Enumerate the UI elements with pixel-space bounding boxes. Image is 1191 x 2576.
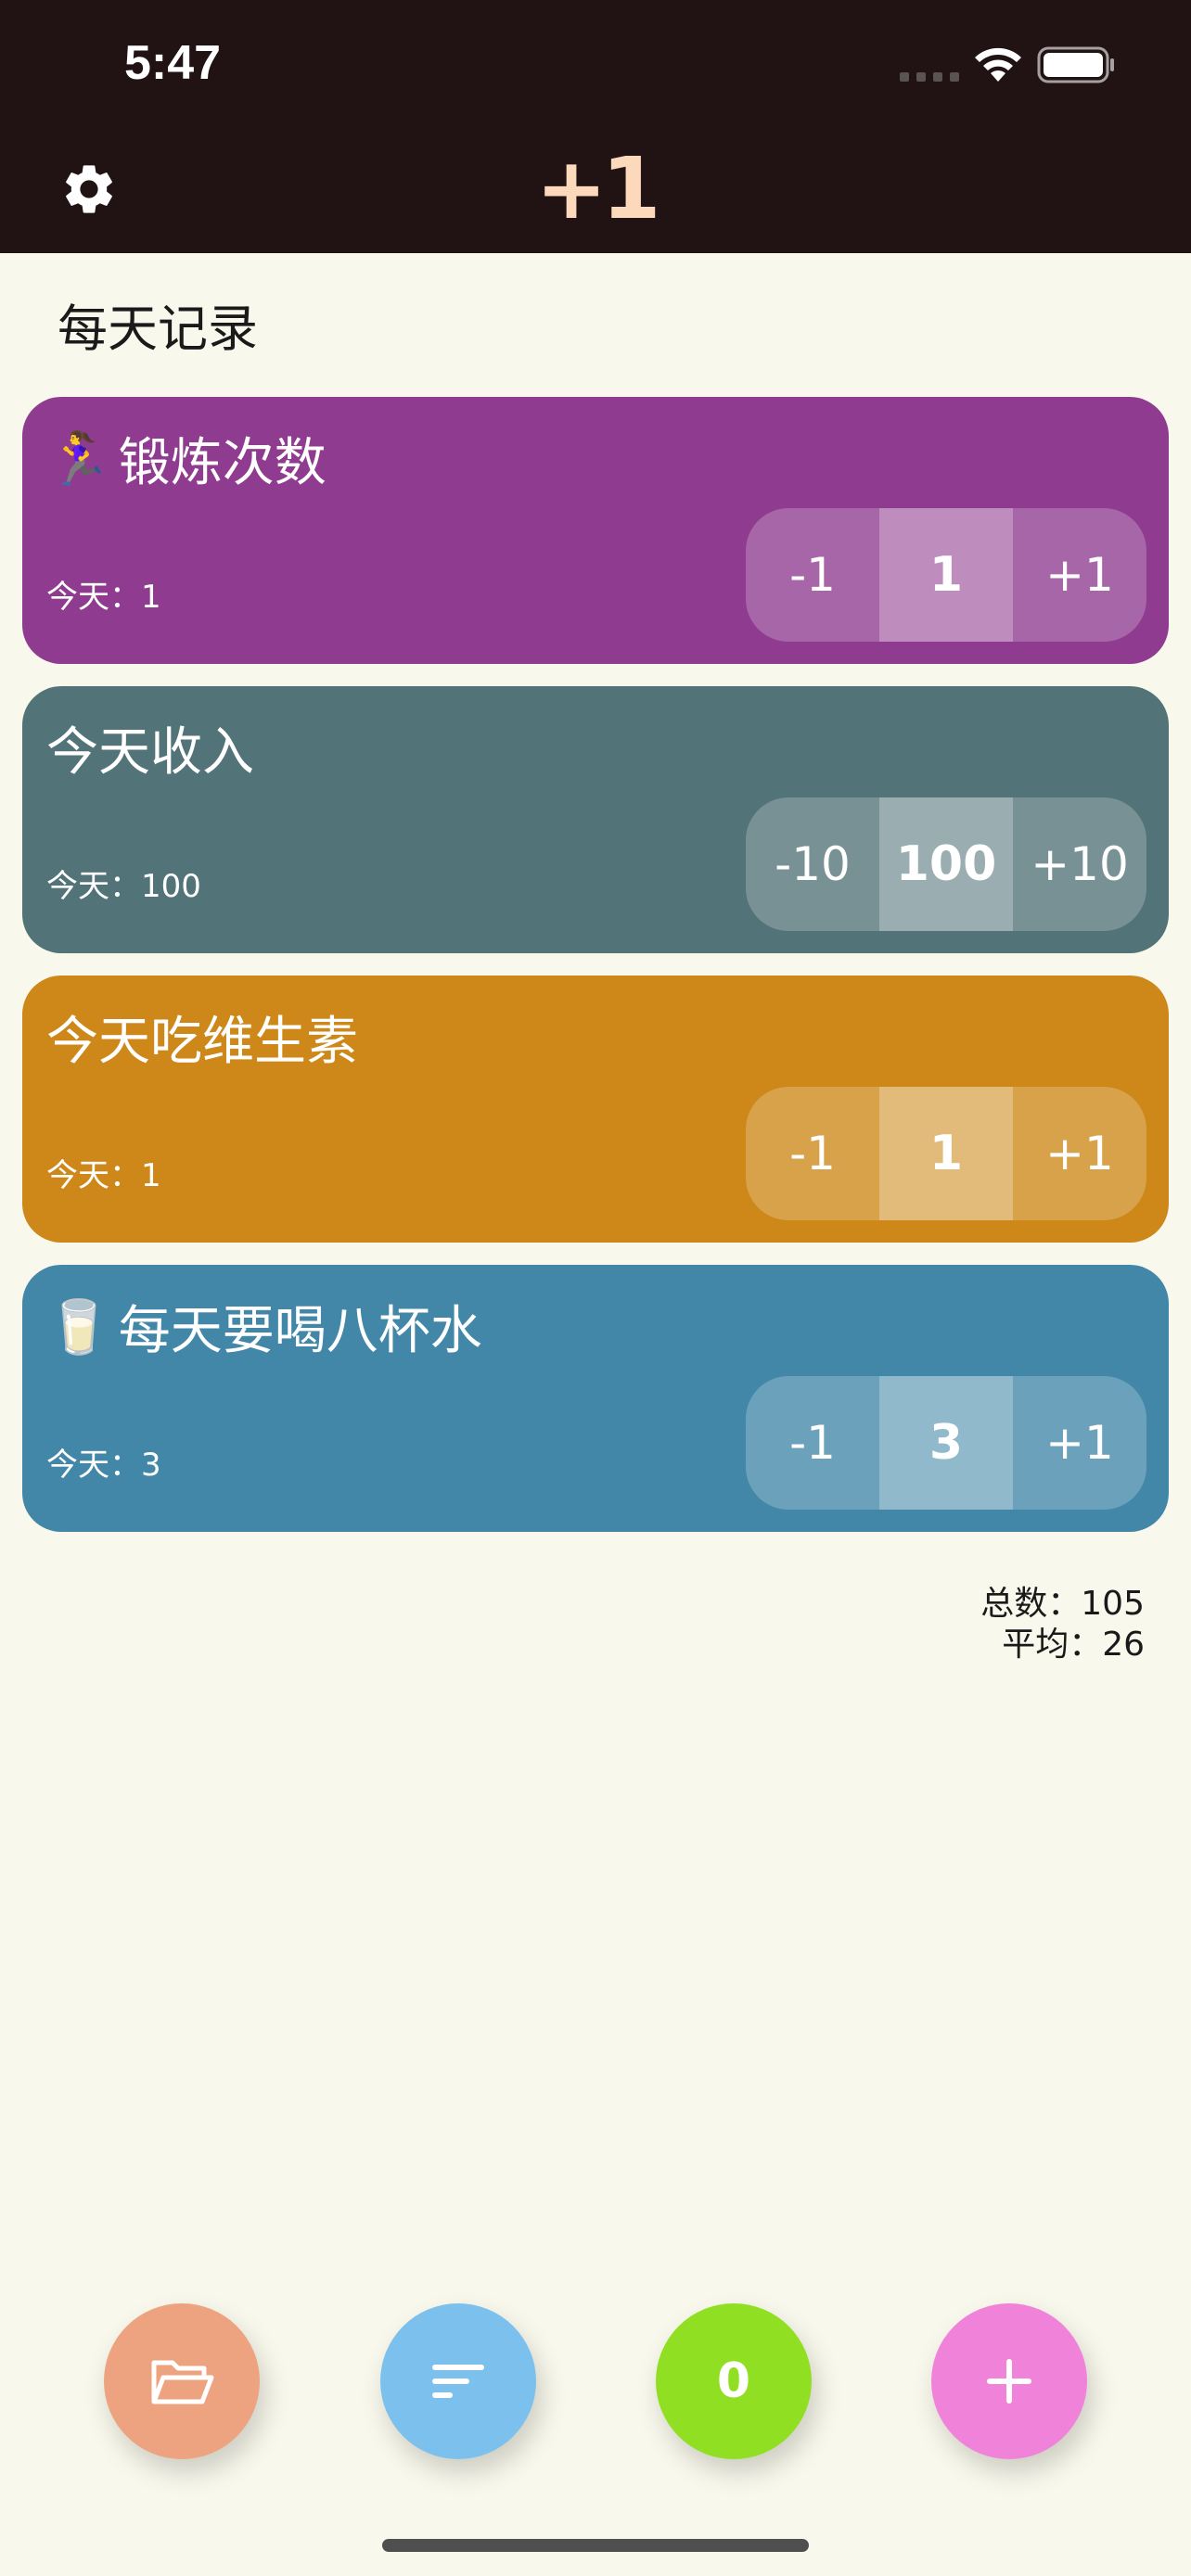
- average-count: 平均：26: [1002, 1626, 1145, 1664]
- card-title-text: 今天收入: [46, 722, 254, 783]
- increment-button[interactable]: +1: [1013, 508, 1146, 642]
- app-title: +1: [535, 139, 660, 238]
- current-value: 100: [879, 797, 1013, 931]
- current-value: 1: [879, 508, 1013, 642]
- counter-stepper: -1 1 +1: [746, 508, 1146, 642]
- folder-open-icon: [151, 2360, 214, 2404]
- total-count: 总数：105: [980, 1585, 1145, 1623]
- decrement-button[interactable]: -1: [746, 1087, 879, 1220]
- runner-emoji-icon: 🏃‍♀️: [46, 428, 111, 490]
- today-count: 今天：1: [46, 579, 161, 616]
- section-title: 每天记录: [58, 300, 258, 358]
- increment-button[interactable]: +1: [1013, 1376, 1146, 1510]
- add-button[interactable]: [931, 2303, 1087, 2459]
- total-badge-button[interactable]: 0: [656, 2303, 812, 2459]
- card-title: 今天收入: [46, 710, 254, 785]
- status-time: 5:47: [124, 36, 222, 90]
- folder-button[interactable]: [104, 2303, 260, 2459]
- counter-stepper: -10 100 +10: [746, 797, 1146, 931]
- badge-count: 0: [716, 2353, 751, 2409]
- current-value: 3: [879, 1376, 1013, 1510]
- milk-glass-emoji-icon: 🥛: [46, 1296, 111, 1358]
- today-count: 今天：1: [46, 1157, 161, 1194]
- card-title: 今天吃维生素: [46, 1000, 358, 1075]
- current-value: 1: [879, 1087, 1013, 1220]
- counter-card-water[interactable]: 🥛 每天要喝八杯水 今天：3 -1 3 +1: [22, 1265, 1169, 1532]
- summary-stats: 总数：105 平均：26: [980, 1584, 1145, 1665]
- battery-icon: [1037, 46, 1114, 83]
- sort-lines-icon: [432, 2365, 484, 2398]
- top-bar: 5:47 +1: [0, 0, 1191, 253]
- counter-stepper: -1 3 +1: [746, 1376, 1146, 1510]
- home-indicator: [382, 2539, 809, 2552]
- decrement-button[interactable]: -10: [746, 797, 879, 931]
- today-count: 今天：3: [46, 1447, 161, 1484]
- card-title-text: 锻炼次数: [118, 433, 327, 493]
- card-title: 🏃‍♀️ 锻炼次数: [46, 421, 327, 496]
- increment-button[interactable]: +1: [1013, 1087, 1146, 1220]
- cellular-signal-icon: [900, 72, 959, 82]
- card-title-text: 每天要喝八杯水: [118, 1301, 482, 1361]
- plus-icon: [987, 2359, 1031, 2404]
- counter-card-vitamins[interactable]: 今天吃维生素 今天：1 -1 1 +1: [22, 976, 1169, 1243]
- decrement-button[interactable]: -1: [746, 1376, 879, 1510]
- counter-card-income[interactable]: 今天收入 今天：100 -10 100 +10: [22, 686, 1169, 953]
- increment-button[interactable]: +10: [1013, 797, 1146, 931]
- counter-card-exercise[interactable]: 🏃‍♀️ 锻炼次数 今天：1 -1 1 +1: [22, 397, 1169, 664]
- wifi-icon: [975, 47, 1021, 82]
- today-count: 今天：100: [46, 868, 201, 905]
- card-title: 🥛 每天要喝八杯水: [46, 1289, 482, 1364]
- counter-stepper: -1 1 +1: [746, 1087, 1146, 1220]
- card-title-text: 今天吃维生素: [46, 1012, 358, 1072]
- sort-button[interactable]: [380, 2303, 536, 2459]
- decrement-button[interactable]: -1: [746, 508, 879, 642]
